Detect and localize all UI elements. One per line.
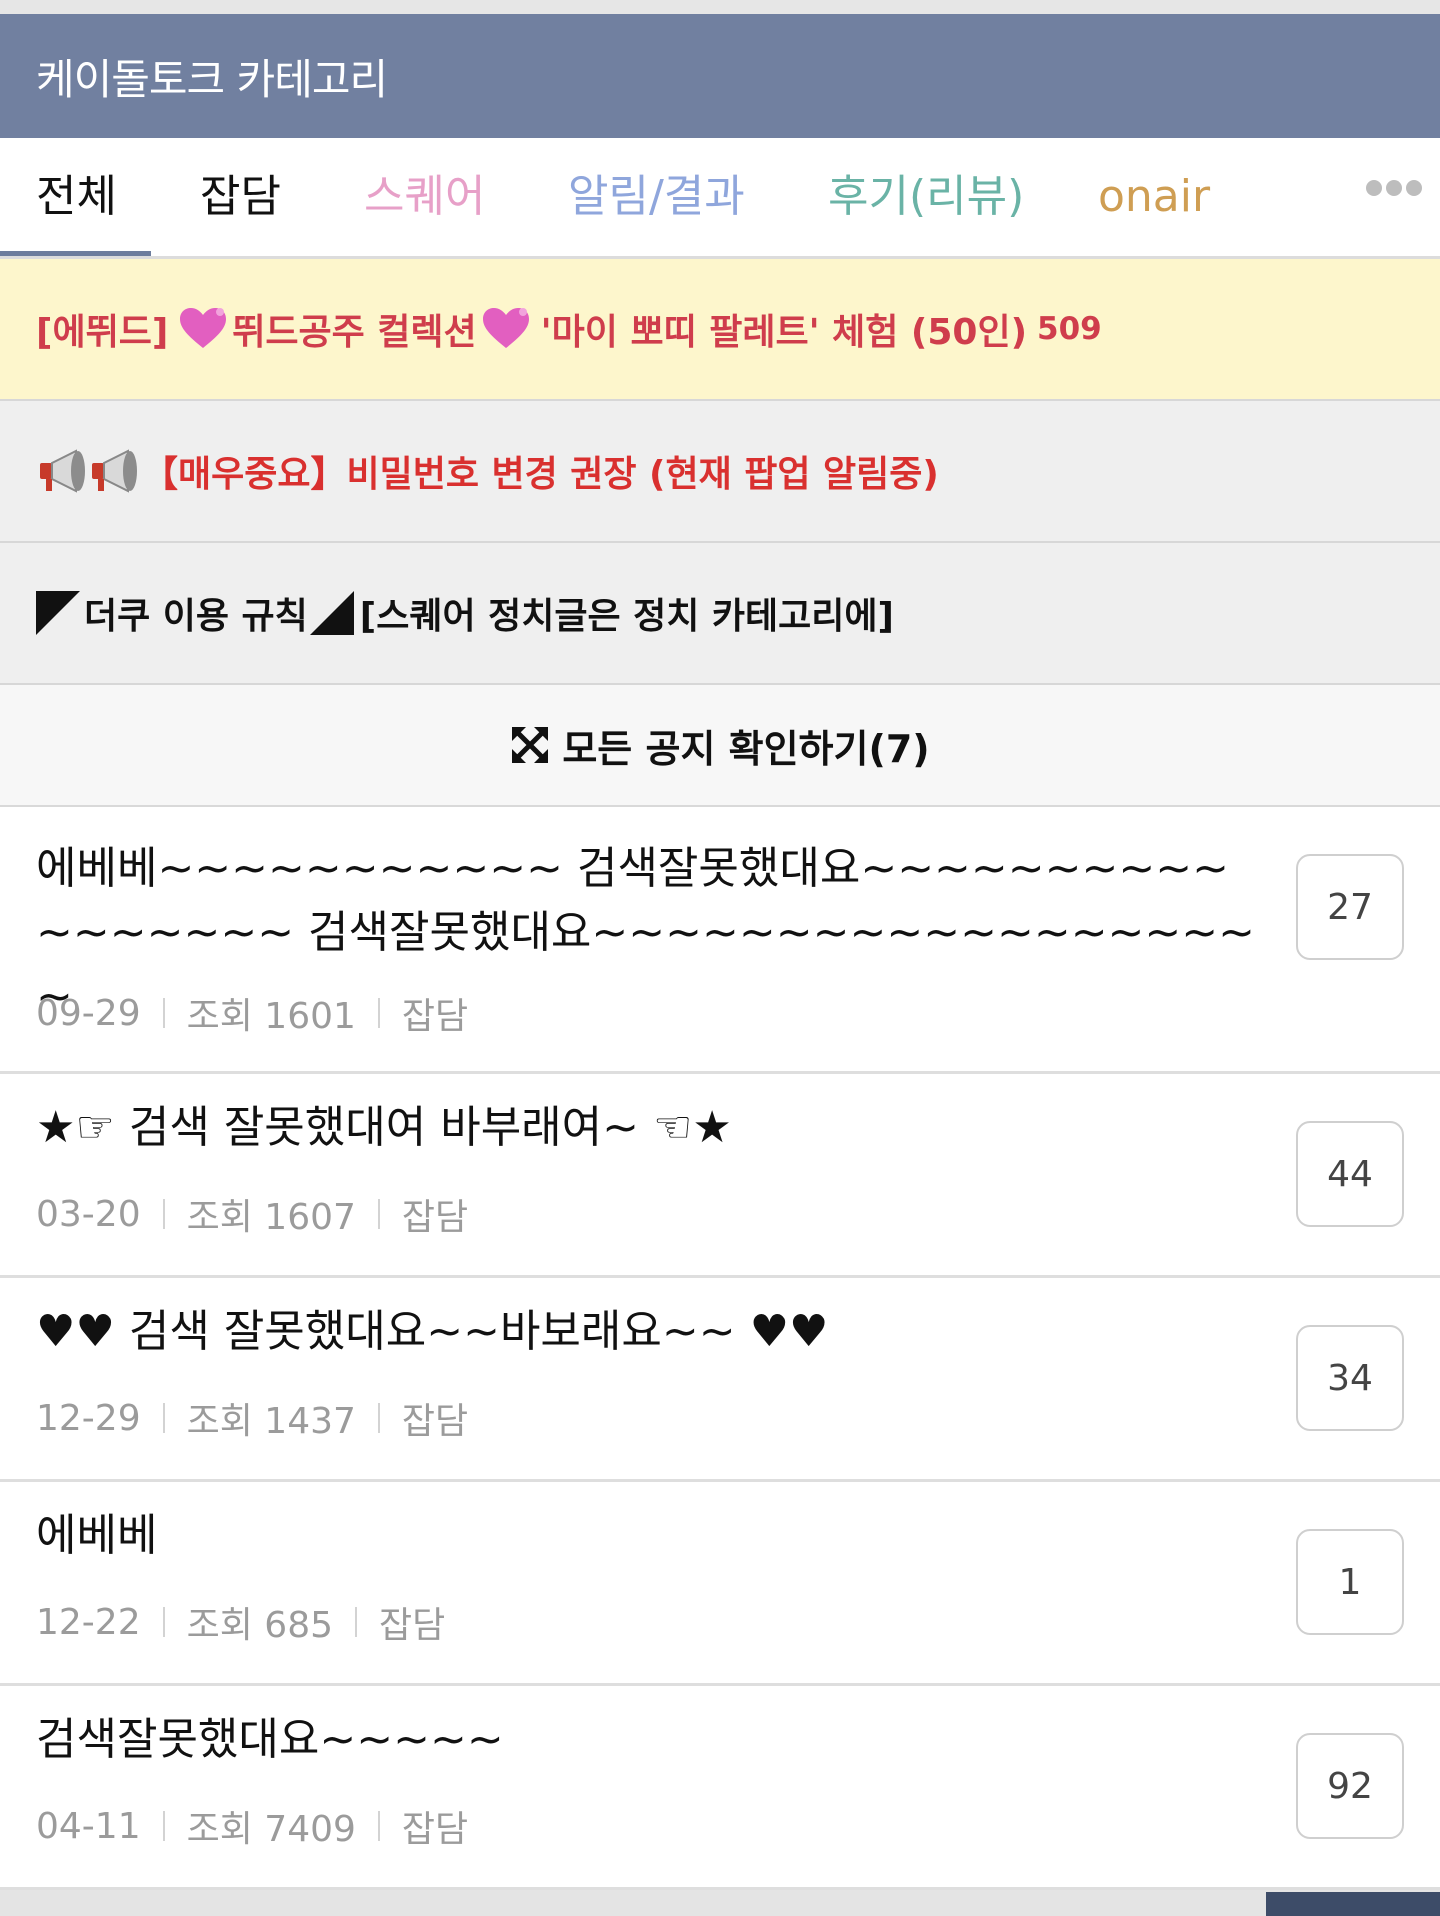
comment-count[interactable]: 1 bbox=[1296, 1529, 1404, 1635]
megaphone-icon bbox=[92, 449, 137, 493]
meta-divider bbox=[377, 1199, 380, 1229]
meta-divider bbox=[162, 1199, 165, 1229]
tab-all[interactable]: 전체 bbox=[36, 138, 117, 256]
post-category: 잡담 bbox=[401, 1401, 469, 1442]
post-row[interactable]: ★☞ 검색 잘못했대여 바부래여~ ☜★ 03-20 조회 1607 잡담 44 bbox=[0, 1074, 1440, 1278]
post-date: 12-22 bbox=[36, 1601, 141, 1643]
post-category: 잡담 bbox=[401, 1809, 469, 1850]
tab-square[interactable]: 스퀘어 bbox=[364, 138, 485, 256]
post-views: 조회 685 bbox=[186, 1605, 334, 1646]
post-row[interactable]: 에베베~~~~~~~~~~~ 검색잘못했대요~~~~~~~~~~~~~~~~~ … bbox=[0, 807, 1440, 1074]
status-strip bbox=[0, 0, 1440, 14]
meta-divider bbox=[377, 1403, 380, 1433]
post-category: 잡담 bbox=[401, 996, 469, 1037]
more-tabs-icon[interactable] bbox=[1366, 180, 1422, 196]
notice-prefix: [에뛰드] bbox=[36, 312, 169, 353]
post-title: 에베베 bbox=[36, 1510, 158, 1561]
category-header: 케이돌토크 카테고리 bbox=[0, 14, 1440, 138]
bottom-bar bbox=[0, 1890, 1440, 1916]
expand-icon bbox=[512, 727, 549, 763]
heart-icon bbox=[180, 308, 227, 348]
page: 케이돌토크 카테고리 전체 잡담 스퀘어 알림/결과 후기(리뷰) onair … bbox=[0, 0, 1440, 1916]
triangle-left-icon bbox=[36, 591, 80, 635]
active-tab-indicator bbox=[0, 251, 151, 256]
notice-comment-count: 509 bbox=[1037, 311, 1102, 347]
post-category: 잡담 bbox=[401, 1197, 469, 1238]
meta-divider bbox=[355, 1607, 358, 1637]
header-title: 케이돌토크 카테고리 bbox=[36, 54, 388, 104]
post-meta: 12-22 조회 685 잡담 bbox=[36, 1596, 445, 1648]
notice-password[interactable]: 【매우중요】비밀번호 변경 권장 (현재 팝업 알림중) bbox=[0, 401, 1440, 543]
tab-chat[interactable]: 잡담 bbox=[200, 138, 281, 256]
post-date: 04-11 bbox=[36, 1805, 141, 1847]
comment-count[interactable]: 44 bbox=[1296, 1121, 1404, 1227]
post-category: 잡담 bbox=[379, 1605, 446, 1646]
comment-count[interactable]: 92 bbox=[1296, 1733, 1404, 1839]
heart-icon bbox=[482, 308, 529, 348]
post-views: 조회 1607 bbox=[186, 1197, 356, 1238]
meta-divider bbox=[162, 1403, 165, 1433]
post-views: 조회 1601 bbox=[186, 996, 356, 1037]
post-views: 조회 7409 bbox=[186, 1809, 356, 1850]
post-meta: 12-29 조회 1437 잡담 bbox=[36, 1392, 468, 1444]
meta-divider bbox=[162, 1811, 165, 1841]
post-date: 03-20 bbox=[36, 1193, 141, 1235]
post-row[interactable]: 검색잘못했대요~~~~~ 04-11 조회 7409 잡담 92 bbox=[0, 1686, 1440, 1890]
megaphone-icon bbox=[40, 449, 85, 493]
comment-count[interactable]: 27 bbox=[1296, 854, 1404, 960]
notice-etude[interactable]: [에뛰드] 뛰드공주 컬렉션 '마이 뽀띠 팔레트' 체험 (50인) 509 bbox=[0, 259, 1440, 401]
post-row[interactable]: ♥♥ 검색 잘못했대요~~바보래요~~ ♥♥ 12-29 조회 1437 잡담 … bbox=[0, 1278, 1440, 1482]
post-row[interactable]: 에베베 12-22 조회 685 잡담 1 bbox=[0, 1482, 1440, 1686]
post-title: 검색잘못했대요~~~~~ bbox=[36, 1714, 504, 1765]
category-tabs: 전체 잡담 스퀘어 알림/결과 후기(리뷰) onair bbox=[0, 138, 1440, 261]
post-date: 09-29 bbox=[36, 992, 141, 1034]
notice-rules[interactable]: 더쿠 이용 규칙 [스퀘어 정치글은 정치 카테고리에] bbox=[0, 543, 1440, 685]
post-meta: 04-11 조회 7409 잡담 bbox=[36, 1800, 468, 1852]
notice-password-text: 【매우중요】비밀번호 변경 권장 (현재 팝업 알림중) bbox=[142, 454, 939, 495]
meta-divider bbox=[162, 1607, 165, 1637]
meta-divider bbox=[377, 1811, 380, 1841]
post-title: ★☞ 검색 잘못했대여 바부래여~ ☜★ bbox=[36, 1102, 732, 1153]
tab-review[interactable]: 후기(리뷰) bbox=[828, 138, 1024, 256]
all-notices-label: 모든 공지 확인하기(7) bbox=[562, 726, 930, 771]
post-views: 조회 1437 bbox=[186, 1401, 356, 1442]
meta-divider bbox=[162, 998, 165, 1028]
post-date: 12-29 bbox=[36, 1397, 141, 1439]
notice-suffix: '마이 뽀띠 팔레트' 체험 (50인) bbox=[540, 312, 1028, 353]
meta-divider bbox=[377, 998, 380, 1028]
tab-onair[interactable]: onair bbox=[1098, 138, 1210, 256]
all-notices-button[interactable]: 모든 공지 확인하기(7) bbox=[0, 685, 1440, 807]
notice-rules-right: [스퀘어 정치글은 정치 카테고리에] bbox=[359, 596, 894, 637]
notice-middle: 뛰드공주 컬렉션 bbox=[232, 312, 477, 353]
bottom-action-block[interactable] bbox=[1266, 1892, 1440, 1916]
post-meta: 03-20 조회 1607 잡담 bbox=[36, 1188, 468, 1240]
post-meta: 09-29 조회 1601 잡담 bbox=[36, 987, 468, 1039]
notice-rules-left: 더쿠 이용 규칙 bbox=[84, 596, 308, 637]
post-title: ♥♥ 검색 잘못했대요~~바보래요~~ ♥♥ bbox=[36, 1306, 829, 1357]
comment-count[interactable]: 34 bbox=[1296, 1325, 1404, 1431]
tab-notice-result[interactable]: 알림/결과 bbox=[568, 138, 745, 256]
triangle-right-icon bbox=[309, 591, 354, 635]
